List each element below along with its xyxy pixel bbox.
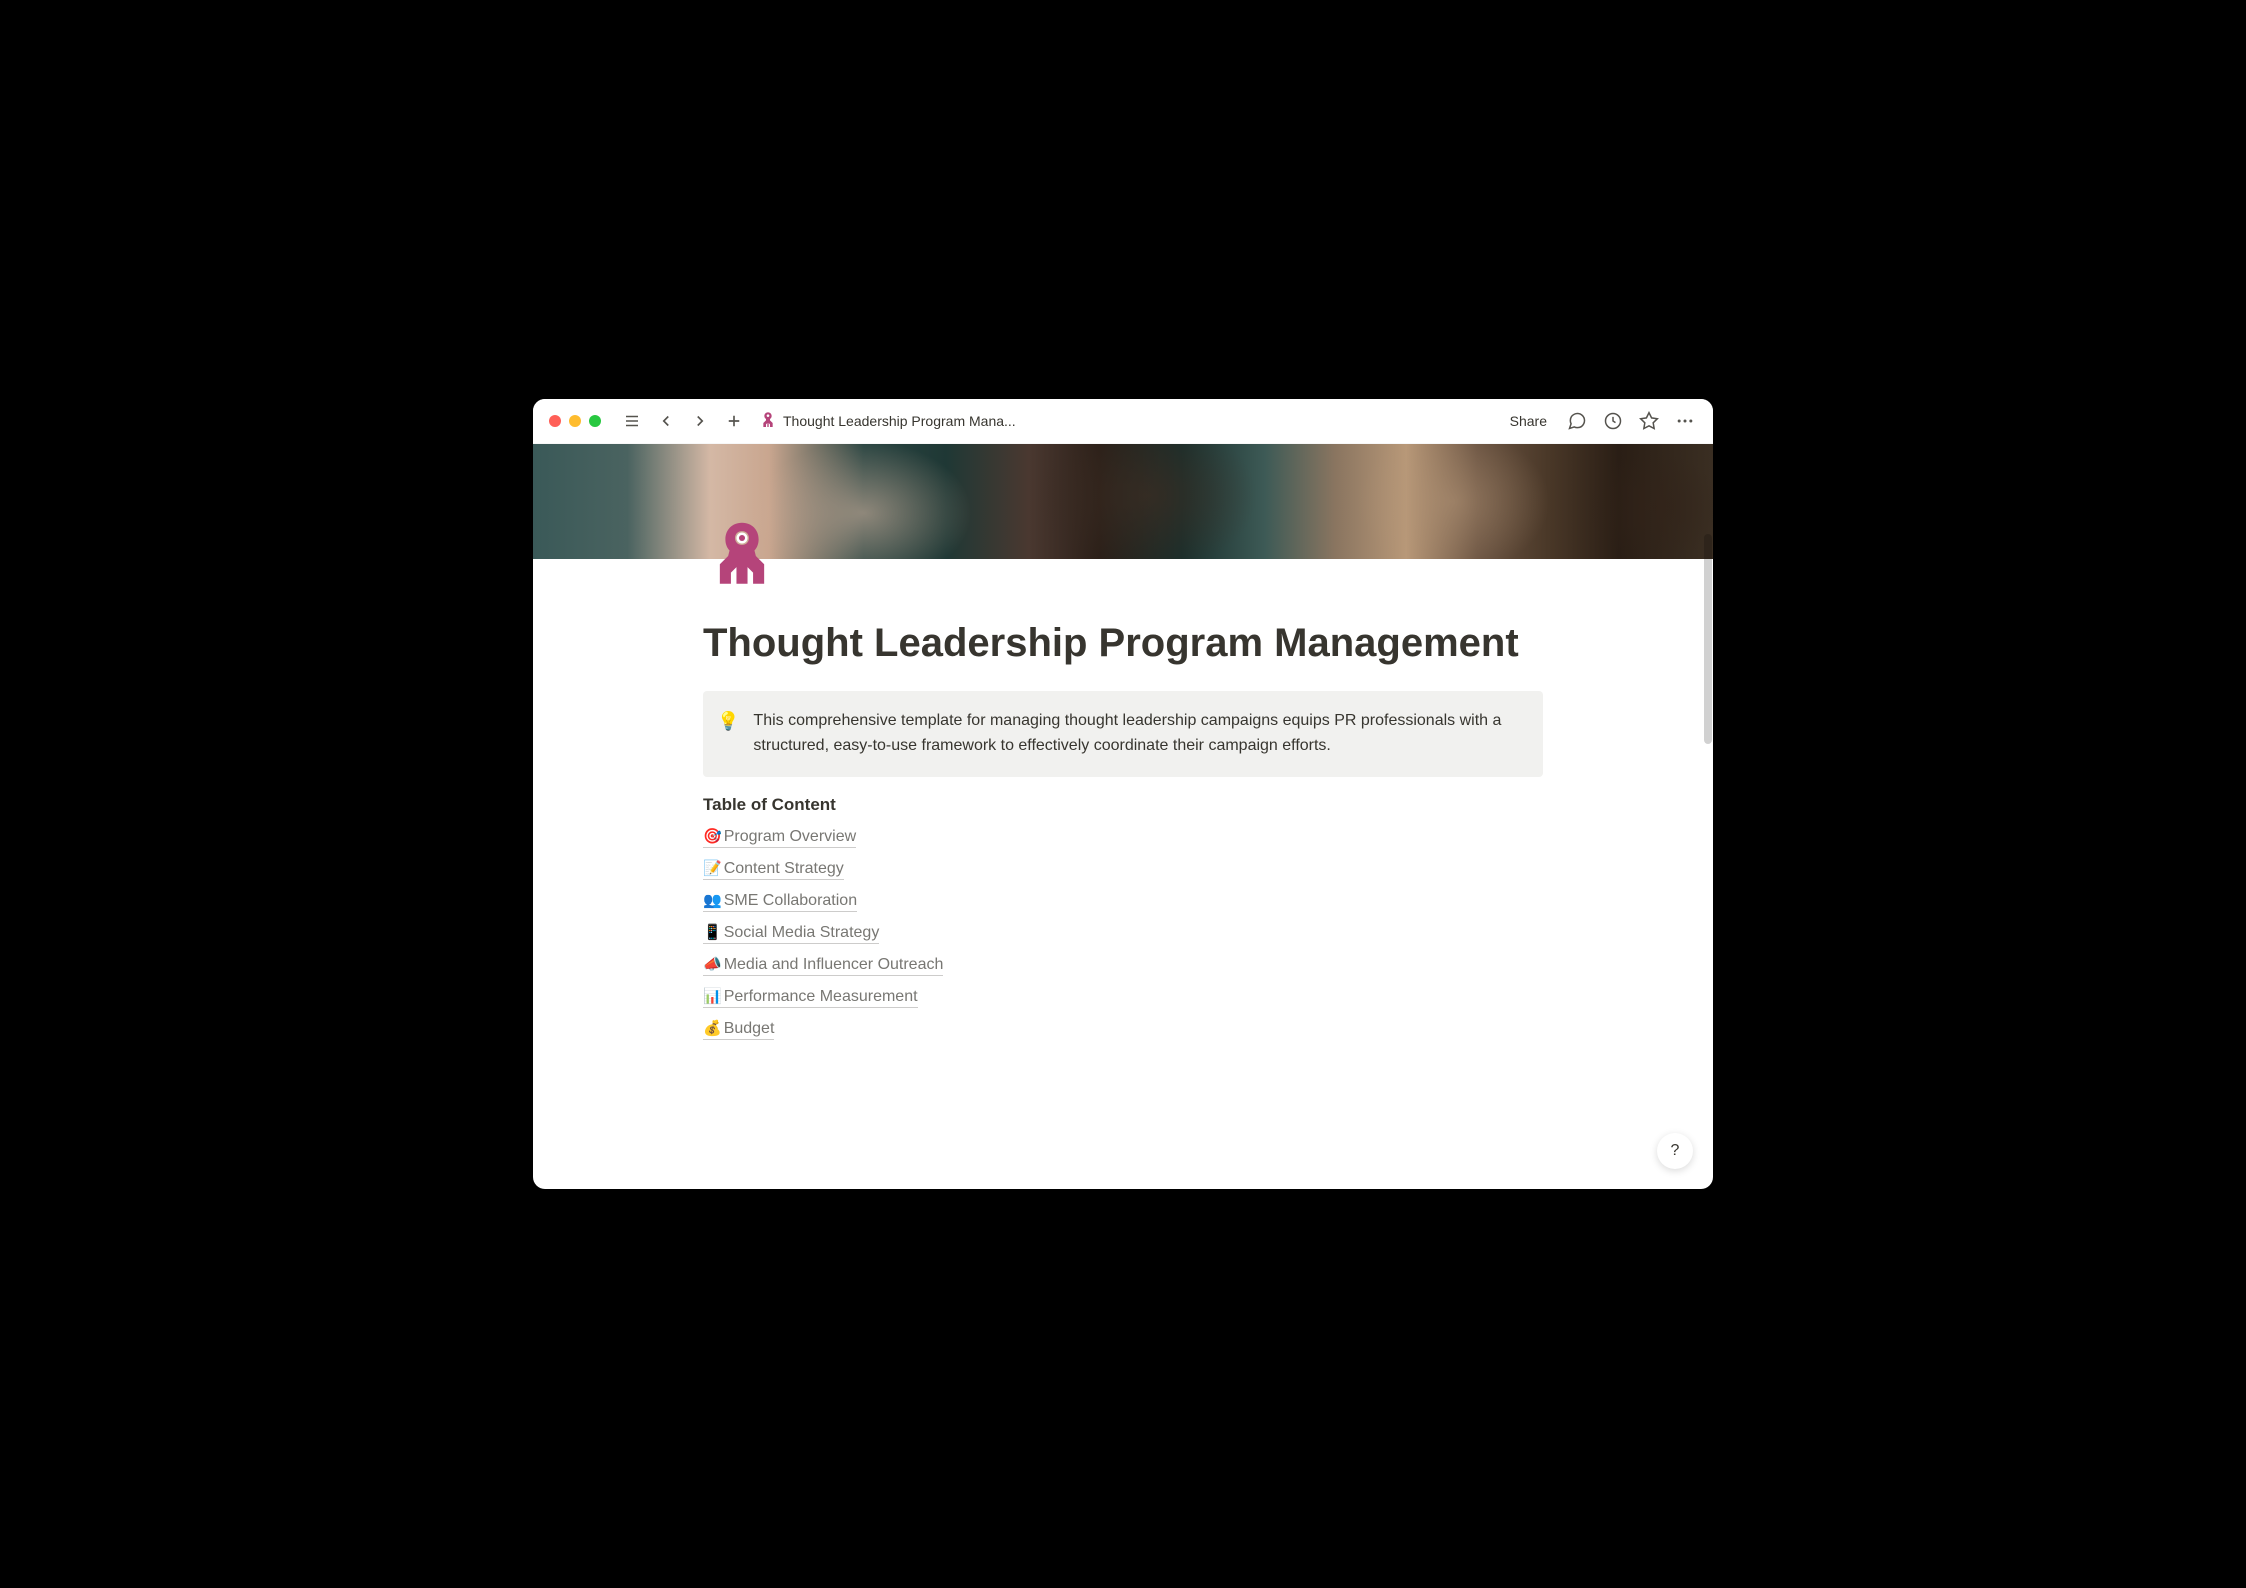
toc-item-label: Program Overview [724, 828, 856, 845]
nav-back-button[interactable] [653, 408, 679, 434]
toc-heading[interactable]: Table of Content [703, 795, 1543, 815]
head-profile-icon [714, 520, 770, 592]
toc-item-social-media-strategy[interactable]: 📱Social Media Strategy [703, 923, 879, 944]
titlebar: Thought Leadership Program Mana... Share [533, 399, 1713, 444]
callout-text: This comprehensive template for managing… [753, 709, 1525, 759]
nav-forward-button[interactable] [687, 408, 713, 434]
breadcrumb[interactable]: Thought Leadership Program Mana... [759, 412, 1016, 430]
page-title[interactable]: Thought Leadership Program Management [703, 619, 1543, 667]
toc-item-program-overview[interactable]: 🎯Program Overview [703, 827, 856, 848]
more-icon[interactable] [1673, 409, 1697, 433]
toc-item-label: Performance Measurement [724, 988, 918, 1005]
toc-item-label: Content Strategy [724, 860, 844, 877]
help-button[interactable]: ? [1657, 1133, 1693, 1169]
money-bag-icon: 💰 [703, 1020, 722, 1037]
updates-icon[interactable] [1601, 409, 1625, 433]
comments-icon[interactable] [1565, 409, 1589, 433]
target-icon: 🎯 [703, 828, 722, 845]
megaphone-icon: 📣 [703, 956, 722, 973]
lightbulb-icon: 💡 [717, 709, 739, 759]
page-icon-small [759, 412, 777, 430]
people-icon: 👥 [703, 892, 722, 909]
minimize-window-button[interactable] [569, 415, 581, 427]
favorite-icon[interactable] [1637, 409, 1661, 433]
close-window-button[interactable] [549, 415, 561, 427]
phone-icon: 📱 [703, 924, 722, 941]
maximize-window-button[interactable] [589, 415, 601, 427]
page-icon[interactable] [703, 517, 781, 595]
callout-block[interactable]: 💡 This comprehensive template for managi… [703, 691, 1543, 777]
toc-item-label: Media and Influencer Outreach [724, 956, 944, 973]
toc-item-label: Social Media Strategy [724, 924, 880, 941]
titlebar-right: Share [1504, 409, 1697, 433]
toc-item-performance-measurement[interactable]: 📊Performance Measurement [703, 987, 918, 1008]
window-controls [549, 415, 601, 427]
toc-item-label: SME Collaboration [724, 892, 857, 909]
share-button[interactable]: Share [1504, 409, 1553, 433]
toc-item-sme-collaboration[interactable]: 👥SME Collaboration [703, 891, 857, 912]
breadcrumb-title: Thought Leadership Program Mana... [783, 413, 1016, 429]
content-area: Thought Leadership Program Management 💡 … [533, 444, 1713, 1189]
sidebar-toggle-button[interactable] [619, 408, 645, 434]
chart-icon: 📊 [703, 988, 722, 1005]
app-window: Thought Leadership Program Mana... Share [533, 399, 1713, 1189]
toc-item-label: Budget [724, 1020, 775, 1037]
memo-icon: 📝 [703, 860, 722, 877]
toc-item-content-strategy[interactable]: 📝Content Strategy [703, 859, 844, 880]
toc-list: 🎯Program Overview 📝Content Strategy 👥SME… [703, 827, 1543, 1040]
page-body: Thought Leadership Program Management 💡 … [533, 595, 1713, 1080]
toc-item-media-outreach[interactable]: 📣Media and Influencer Outreach [703, 955, 943, 976]
toc-item-budget[interactable]: 💰Budget [703, 1019, 774, 1040]
new-page-button[interactable] [721, 408, 747, 434]
page-icon-container [533, 517, 1713, 595]
